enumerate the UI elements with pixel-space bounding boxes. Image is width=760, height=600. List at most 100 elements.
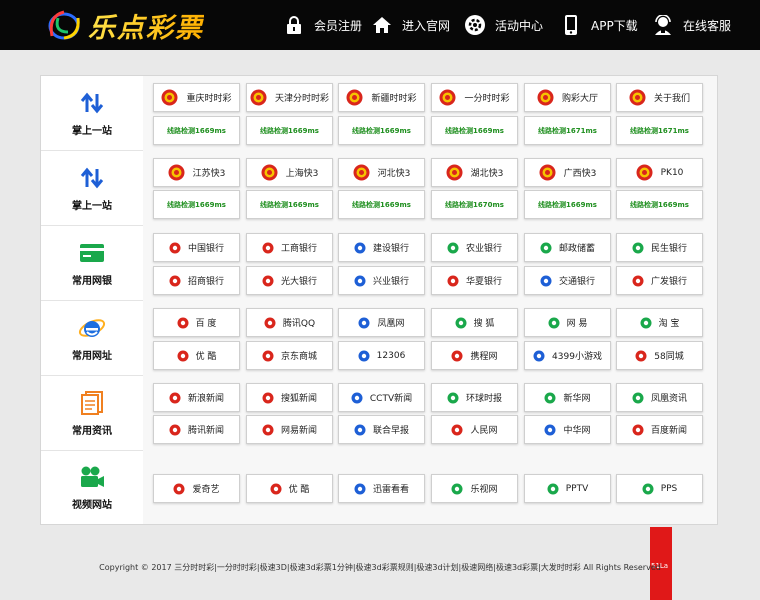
news-link-label: 网易新闻 [280,426,317,436]
lottery-link[interactable]: 上海快3 [246,158,333,187]
site-link[interactable]: 京东商城 [246,341,333,370]
bank-link[interactable]: 广发银行 [616,266,703,295]
line-check-label: 线路检测1669ms [167,126,226,135]
news-link[interactable]: 中华网 [524,415,611,444]
gear-icon [464,14,486,36]
video-link[interactable]: 迅雷看看 [338,474,425,503]
site-logo-icon [177,350,189,362]
video-link[interactable]: 爱奇艺 [153,474,240,503]
bank-link[interactable]: 工商银行 [246,233,333,262]
news-logo-icon [451,424,463,436]
video-link-label: 爱奇艺 [192,485,220,495]
line-check[interactable]: 线路检测1669ms [431,116,518,145]
lottery-link[interactable]: 关于我们 [616,83,703,112]
sidebar-item-banks[interactable]: 常用网银 [41,226,143,301]
sidebar-item-mobile-1[interactable]: 掌上一站 [41,76,143,151]
bank-logo-icon [169,275,181,287]
video-link[interactable]: 乐视网 [431,474,518,503]
lottery-link[interactable]: 购彩大厅 [524,83,611,112]
site-link[interactable]: 优 酷 [153,341,240,370]
nav-official-site[interactable]: 进入官网 [371,0,450,50]
bank-link[interactable]: 光大银行 [246,266,333,295]
sidebar-item-video[interactable]: 视频网站 [41,451,143,524]
news-link[interactable]: CCTV新闻 [338,383,425,412]
bank-link[interactable]: 农业银行 [431,233,518,262]
bank-logo-icon [262,275,274,287]
line-check-label: 线路检测1669ms [630,200,689,209]
news-link-label: 中华网 [563,426,591,436]
site-link[interactable]: 腾讯QQ [246,308,333,337]
news-logo-icon [262,392,274,404]
line-check[interactable]: 线路检测1669ms [246,116,333,145]
news-link[interactable]: 新浪新闻 [153,383,240,412]
lottery-link-label: 新疆时时彩 [371,94,417,104]
sidebar-item-sites[interactable]: 常用网址 [41,301,143,376]
lottery-link[interactable]: 江苏快3 [153,158,240,187]
lottery-emblem-icon [250,89,267,106]
news-link[interactable]: 百度新闻 [616,415,703,444]
line-check[interactable]: 线路检测1671ms [524,116,611,145]
video-link[interactable]: PPTV [524,474,611,503]
line-check[interactable]: 线路检测1669ms [153,116,240,145]
site-link[interactable]: 凤凰网 [338,308,425,337]
site-link[interactable]: 12306 [338,341,425,370]
nav-activity-center[interactable]: 活动中心 [464,0,543,50]
site-logo-icon [264,317,276,329]
line-check[interactable]: 线路检测1669ms [246,190,333,219]
site-link-label: 12306 [376,350,406,361]
bank-link[interactable]: 邮政储蓄 [524,233,611,262]
lottery-link[interactable]: 广西快3 [524,158,611,187]
nav-online-service-label: 在线客服 [683,18,732,33]
site-link[interactable]: 58同城 [616,341,703,370]
news-link[interactable]: 联合早报 [338,415,425,444]
bank-link[interactable]: 民生银行 [616,233,703,262]
nav-register[interactable]: 会员注册 [283,0,362,50]
lottery-link[interactable]: 天津分时时彩 [246,83,333,112]
lottery-link-label: 关于我们 [653,94,690,104]
line-check[interactable]: 线路检测1669ms [524,190,611,219]
line-check[interactable]: 线路检测1669ms [616,190,703,219]
lottery-link[interactable]: 重庆时时彩 [153,83,240,112]
sidebar-label: 视频网站 [72,500,112,511]
lottery-link[interactable]: PK10 [616,158,703,187]
line-check[interactable]: 线路检测1669ms [153,190,240,219]
site-link[interactable]: 百 度 [153,308,240,337]
site-link[interactable]: 淘 宝 [616,308,703,337]
news-link[interactable]: 环球时报 [431,383,518,412]
nav-online-service[interactable]: 在线客服 [652,0,731,50]
bank-link[interactable]: 兴业银行 [338,266,425,295]
bank-link[interactable]: 交通银行 [524,266,611,295]
news-link[interactable]: 腾讯新闻 [153,415,240,444]
lottery-emblem-icon [629,89,646,106]
lottery-link[interactable]: 一分时时彩 [431,83,518,112]
video-link[interactable]: 优 酷 [246,474,333,503]
site-link[interactable]: 4399小游戏 [524,341,611,370]
nav-app-download[interactable]: APP下载 [560,0,638,50]
bank-link[interactable]: 中国银行 [153,233,240,262]
bank-link[interactable]: 招商银行 [153,266,240,295]
site-link[interactable]: 搜 狐 [431,308,518,337]
bank-link[interactable]: 建设银行 [338,233,425,262]
news-link[interactable]: 搜狐新闻 [246,383,333,412]
site-logo-icon [358,317,370,329]
line-check[interactable]: 线路检测1669ms [338,190,425,219]
lottery-link[interactable]: 河北快3 [338,158,425,187]
line-check[interactable]: 线路检测1669ms [338,116,425,145]
bank-link[interactable]: 华夏银行 [431,266,518,295]
line-check[interactable]: 线路检测1670ms [431,190,518,219]
news-link[interactable]: 网易新闻 [246,415,333,444]
lottery-link[interactable]: 新疆时时彩 [338,83,425,112]
line-check-label: 线路检测1670ms [445,200,504,209]
news-link[interactable]: 人民网 [431,415,518,444]
lottery-link[interactable]: 湖北快3 [431,158,518,187]
line-check[interactable]: 线路检测1671ms [616,116,703,145]
bank-logo-icon [354,275,366,287]
video-link[interactable]: PPS [616,474,703,503]
site-link[interactable]: 携程网 [431,341,518,370]
site-link[interactable]: 网 易 [524,308,611,337]
news-link[interactable]: 新华网 [524,383,611,412]
sidebar-item-news[interactable]: 常用资讯 [41,376,143,451]
news-link[interactable]: 凤凰资讯 [616,383,703,412]
sidebar-item-mobile-2[interactable]: 掌上一站 [41,151,143,226]
site-logo[interactable]: 乐点彩票 [44,6,204,44]
